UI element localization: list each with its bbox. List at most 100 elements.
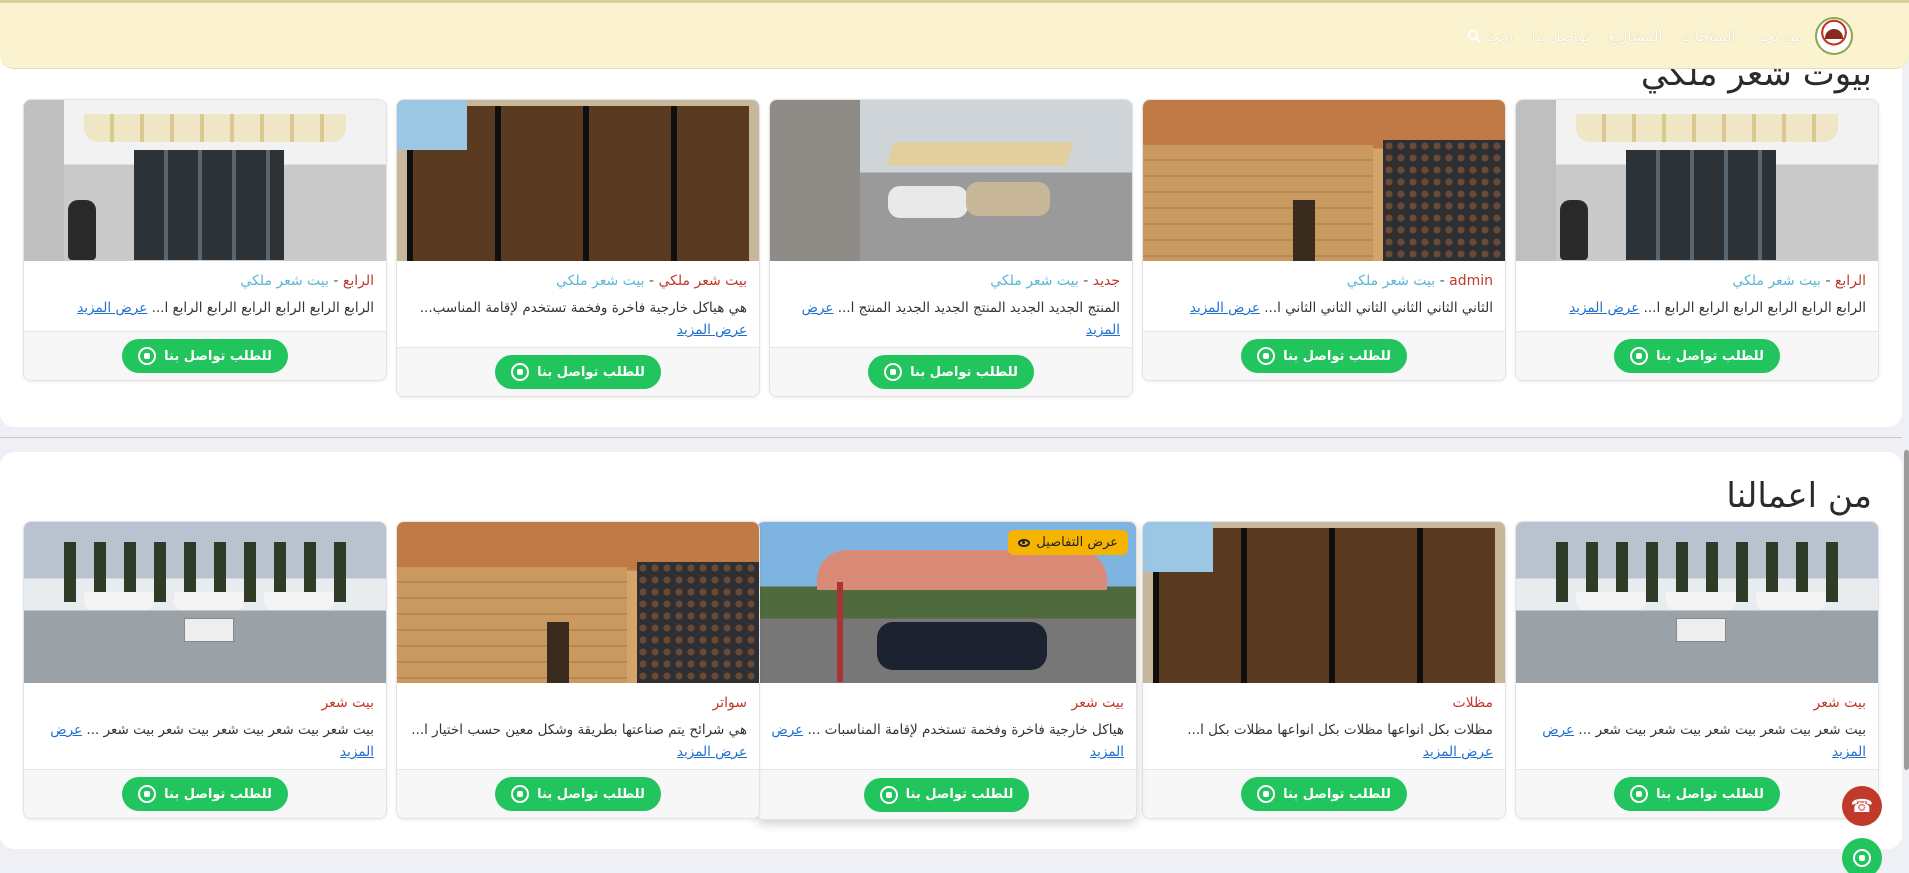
read-more-link[interactable]: عرض المزيد	[677, 322, 747, 338]
nav-item-about[interactable]: من نحن	[1754, 27, 1804, 45]
whatsapp-icon	[138, 785, 157, 803]
category-link[interactable]: admin	[1449, 273, 1493, 289]
product-card[interactable]: الرابع - بيت شعر ملكي الرابع الرابع الرا…	[1515, 99, 1879, 381]
order-whatsapp-button[interactable]: للطلب تواصل بنا	[122, 777, 288, 811]
project-description: بيت شعر بيت شعر بيت شعر بيت شعر بيت شعر …	[50, 722, 374, 760]
order-whatsapp-button[interactable]: للطلب تواصل بنا	[122, 339, 288, 373]
product-category: الرابع - بيت شعر ملكي	[1732, 273, 1866, 289]
nav-item-contact[interactable]: تواصل بنا	[1532, 27, 1590, 45]
card-footer: للطلب تواصل بنا	[1516, 769, 1878, 818]
product-description: الرابع الرابع الرابع الرابع الرابع الراب…	[77, 300, 374, 316]
section-divider	[0, 437, 1902, 438]
phone-icon: ☎	[1850, 795, 1874, 817]
read-more-link[interactable]: عرض المزيد	[1423, 744, 1493, 760]
product-card[interactable]: بيت شعر ملكي - بيت شعر ملكي هي هياكل خار…	[396, 99, 760, 397]
parent-category-link[interactable]: بيت شعر ملكي	[556, 273, 645, 289]
read-more-link[interactable]: عرض المزيد	[77, 300, 147, 316]
read-more-link[interactable]: عرض المزيد	[1569, 300, 1639, 316]
section-title: من اعمالنا	[1726, 476, 1872, 516]
product-description: المنتج الجديد الجديد المنتج الجديد الجدي…	[801, 300, 1120, 338]
project-image[interactable]: عرض التفاصيل	[757, 522, 1136, 683]
floating-whatsapp-button[interactable]	[1842, 838, 1882, 873]
card-footer: للطلب تواصل بنا	[757, 769, 1136, 819]
parent-category-link[interactable]: بيت شعر ملكي	[1732, 273, 1821, 289]
order-whatsapp-button[interactable]: للطلب تواصل بنا	[1614, 339, 1780, 373]
whatsapp-icon	[511, 785, 530, 803]
project-image[interactable]	[24, 522, 386, 683]
product-description: الرابع الرابع الرابع الرابع الرابع الراب…	[1569, 300, 1866, 316]
card-footer: للطلب تواصل بنا	[770, 347, 1132, 396]
product-image[interactable]	[1516, 100, 1878, 261]
project-category[interactable]: بيت شعر	[769, 695, 1124, 711]
read-more-link[interactable]: عرض المزيد	[677, 744, 747, 760]
nav-item-projects[interactable]: المشاريع	[1608, 27, 1663, 45]
project-card-hovered[interactable]: عرض التفاصيل بيت شعر هياكل خارجية فاخرة …	[756, 521, 1137, 820]
whatsapp-icon	[1257, 347, 1276, 365]
view-details-badge[interactable]: عرض التفاصيل	[1008, 530, 1128, 555]
order-whatsapp-button[interactable]: للطلب تواصل بنا	[495, 355, 661, 389]
whatsapp-icon	[1630, 347, 1649, 365]
order-whatsapp-button[interactable]: للطلب تواصل بنا	[1241, 777, 1407, 811]
card-footer: للطلب تواصل بنا	[24, 769, 386, 818]
card-footer: للطلب تواصل بنا	[1143, 769, 1505, 818]
product-description: هي هياكل خارجية فاخرة وفخمة تستخدم لإقام…	[419, 300, 747, 338]
card-footer: للطلب تواصل بنا	[24, 331, 386, 380]
parent-category-link[interactable]: بيت شعر ملكي	[990, 273, 1079, 289]
project-image[interactable]	[397, 522, 759, 683]
product-image[interactable]	[770, 100, 1132, 261]
nav-search[interactable]: بحث	[1467, 27, 1514, 45]
project-card[interactable]: سواتر هي شرائح يتم صناعتها بطريقة وشكل م…	[396, 521, 760, 819]
search-icon	[1467, 29, 1481, 43]
category-link[interactable]: الرابع	[1835, 273, 1866, 289]
whatsapp-icon	[1853, 849, 1871, 867]
product-category: الرابع - بيت شعر ملكي	[240, 273, 374, 289]
order-whatsapp-button[interactable]: للطلب تواصل بنا	[868, 355, 1034, 389]
order-whatsapp-button[interactable]: للطلب تواصل بنا	[1614, 777, 1780, 811]
project-category[interactable]: سواتر	[409, 695, 747, 711]
eye-icon	[1018, 538, 1031, 547]
project-description: هياكل خارجية فاخرة وفخمة تستخدم لإقامة ا…	[771, 722, 1124, 760]
navbar: من نحن المنتجات المشاريع تواصل بنا بحث	[0, 3, 1909, 69]
order-whatsapp-button[interactable]: للطلب تواصل بنا	[863, 777, 1030, 812]
product-card[interactable]: الرابع - بيت شعر ملكي الرابع الرابع الرا…	[23, 99, 387, 381]
project-description: هي شرائح يتم صناعتها بطريقة وشكل معين حس…	[411, 722, 747, 760]
product-card[interactable]: admin - بيت شعر ملكي الثاني الثاني الثان…	[1142, 99, 1506, 381]
category-link[interactable]: جديد	[1093, 273, 1120, 289]
product-image[interactable]	[24, 100, 386, 261]
project-card[interactable]: مظلات مظلات بكل انواعها مظلات بكل انواعه…	[1142, 521, 1506, 819]
project-card[interactable]: بيت شعر بيت شعر بيت شعر بيت شعر بيت شعر …	[23, 521, 387, 819]
order-whatsapp-button[interactable]: للطلب تواصل بنا	[495, 777, 661, 811]
nav-item-products[interactable]: المنتجات	[1681, 27, 1736, 45]
project-card[interactable]: بيت شعر بيت شعر بيت شعر بيت شعر بيت شعر …	[1515, 521, 1879, 819]
product-description: الثاني الثاني الثاني الثاني الثاني الثان…	[1189, 300, 1493, 316]
parent-category-link[interactable]: بيت شعر ملكي	[1347, 273, 1436, 289]
section-our-works: من اعمالنا بيت شعر بيت شعر بيت شعر بيت ش…	[0, 452, 1902, 849]
whatsapp-icon	[138, 347, 157, 365]
project-category[interactable]: بيت شعر	[1528, 695, 1866, 711]
project-image[interactable]	[1516, 522, 1878, 683]
category-link[interactable]: بيت شعر ملكي	[658, 273, 747, 289]
project-description: مظلات بكل انواعها مظلات بكل انواعها مظلا…	[1187, 722, 1493, 760]
order-whatsapp-button[interactable]: للطلب تواصل بنا	[1241, 339, 1407, 373]
nav-links: من نحن المنتجات المشاريع تواصل بنا بحث	[1467, 27, 1803, 45]
product-card[interactable]: جديد - بيت شعر ملكي المنتج الجديد الجديد…	[769, 99, 1133, 397]
project-category[interactable]: بيت شعر	[36, 695, 374, 711]
product-image[interactable]	[397, 100, 759, 261]
site-logo[interactable]	[1815, 16, 1853, 55]
product-category: جديد - بيت شعر ملكي	[990, 273, 1120, 289]
nav-search-label: بحث	[1485, 26, 1514, 45]
product-category: admin - بيت شعر ملكي	[1346, 273, 1493, 289]
product-image[interactable]	[1143, 100, 1505, 261]
read-more-link[interactable]: عرض المزيد	[1190, 300, 1260, 316]
parent-category-link[interactable]: بيت شعر ملكي	[240, 273, 329, 289]
whatsapp-icon	[1630, 785, 1649, 803]
whatsapp-icon	[879, 785, 898, 804]
card-footer: للطلب تواصل بنا	[397, 769, 759, 818]
project-image[interactable]	[1143, 522, 1505, 683]
floating-phone-button[interactable]: ☎	[1842, 786, 1882, 826]
scrollbar-thumb[interactable]	[1904, 450, 1909, 770]
section-royal-tents: بيوت شعر ملكي الرابع - بيت شعر ملكي الرا…	[0, 54, 1902, 427]
whatsapp-icon	[884, 363, 903, 381]
project-category[interactable]: مظلات	[1155, 695, 1493, 711]
category-link[interactable]: الرابع	[343, 273, 374, 289]
